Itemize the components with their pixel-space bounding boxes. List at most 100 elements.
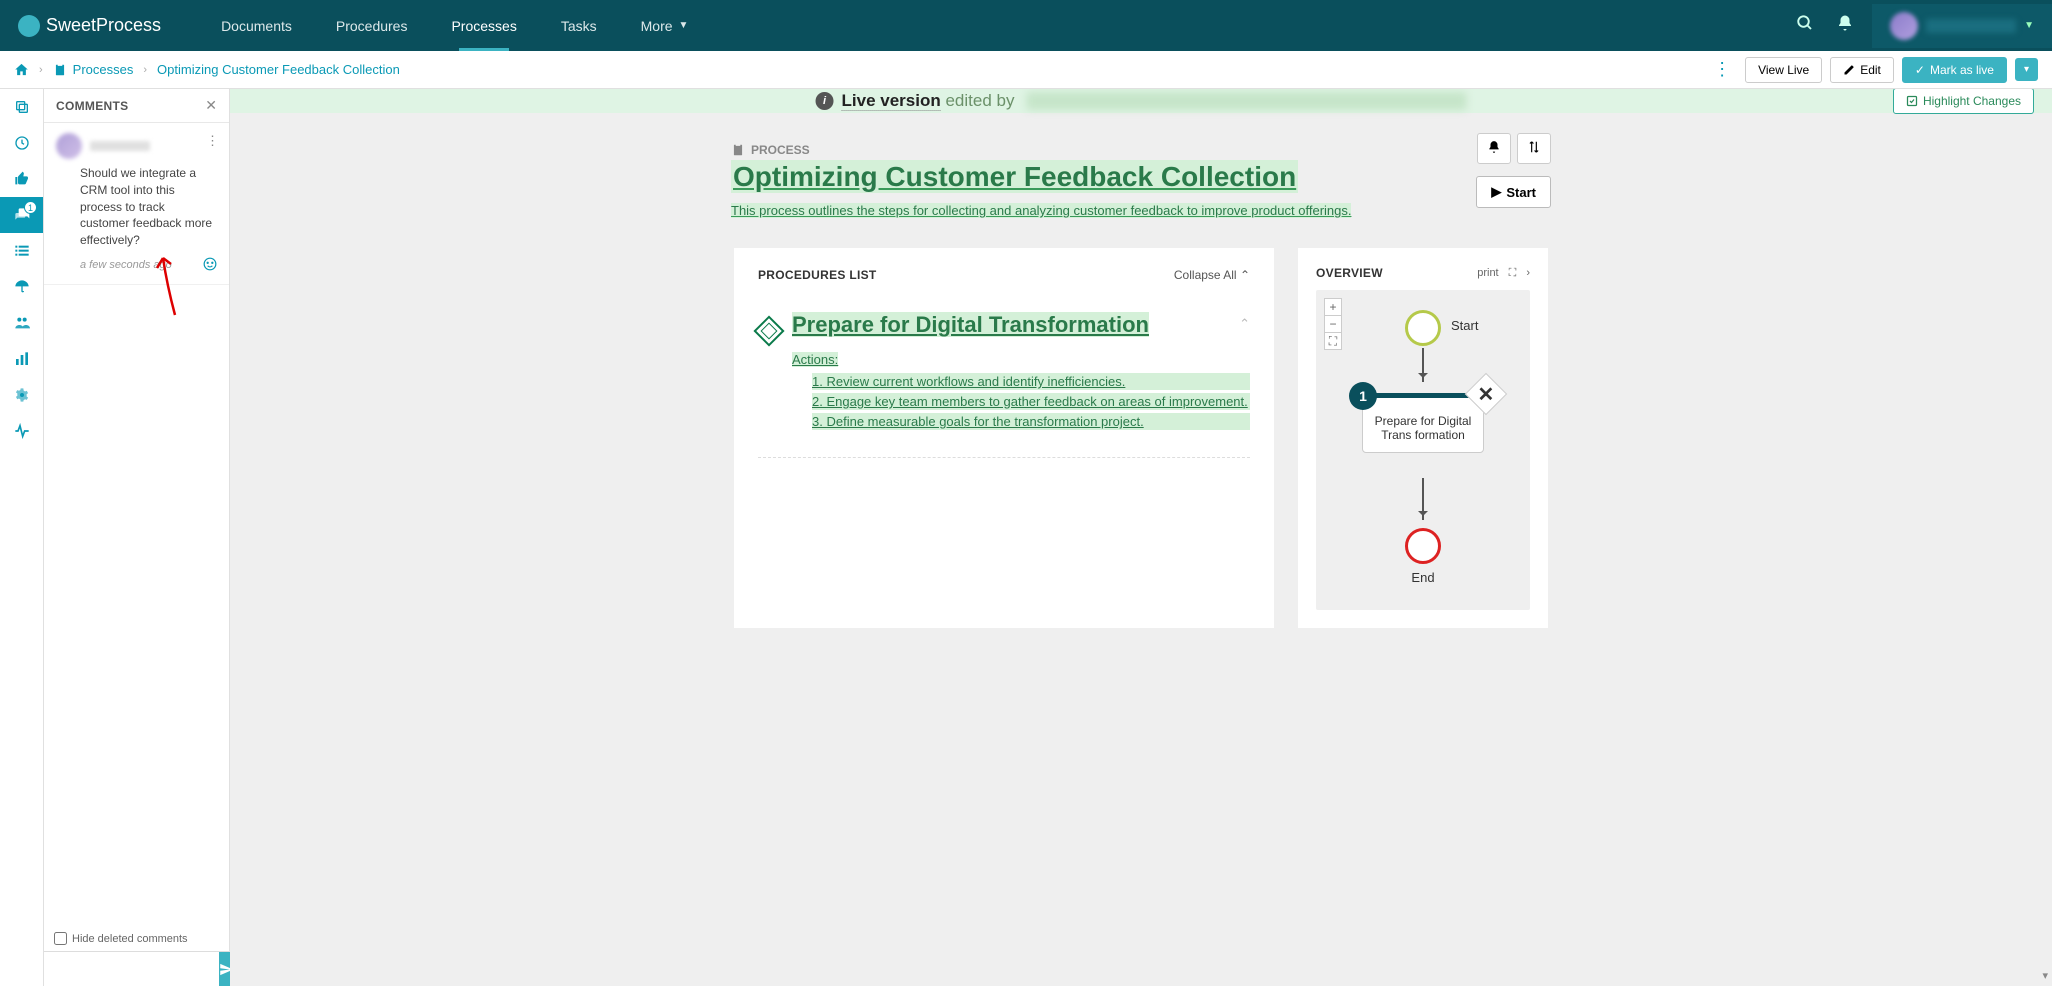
rail-tasks[interactable]: [0, 233, 43, 269]
flow-arrow: [1422, 478, 1424, 520]
avatar: [1890, 12, 1918, 40]
rail-analytics[interactable]: [0, 341, 43, 377]
flow-end-node[interactable]: [1405, 528, 1441, 564]
breadcrumb-actions: ⋮ View Live Edit ✓ Mark as live ▾: [1707, 57, 2038, 83]
overview-panel: OVERVIEW print ⛶ › + − ⛶ Start: [1298, 248, 1548, 628]
banner-redacted: [1026, 92, 1466, 110]
zoom-in-button[interactable]: +: [1324, 298, 1342, 316]
zoom-fit-button[interactable]: ⛶: [1324, 332, 1342, 350]
chevron-right-icon[interactable]: ›: [1526, 267, 1530, 279]
action-item[interactable]: Engage key team members to gather feedba…: [812, 393, 1250, 410]
breadcrumb-bar: › Processes › Optimizing Customer Feedba…: [0, 51, 2052, 89]
actions-label: Actions:: [792, 352, 838, 367]
scroll-corner-icon: ▾: [2042, 969, 2048, 982]
clipboard-icon: [53, 63, 67, 77]
process-description[interactable]: This process outlines the steps for coll…: [731, 203, 1351, 218]
flowchart-canvas[interactable]: + − ⛶ Start 1 ✕ Prepare for Digital Tran…: [1316, 290, 1530, 610]
caret-down-icon: ▾: [2024, 64, 2029, 75]
brand-logo[interactable]: SweetProcess: [0, 15, 179, 37]
comments-title: COMMENTS: [56, 99, 128, 113]
flow-step-number: 1: [1349, 382, 1377, 410]
procedure-item: Prepare for Digital Transformation ⌃ Act…: [758, 300, 1250, 458]
play-icon: ▶: [1491, 184, 1501, 200]
nav-more[interactable]: More ▼: [619, 0, 711, 51]
print-button[interactable]: print: [1477, 267, 1498, 279]
main-content: i Live version edited by Highlight Chang…: [230, 89, 2052, 986]
reorder-button[interactable]: [1517, 133, 1551, 164]
user-menu[interactable]: ▼: [1872, 4, 2052, 48]
flow-decision-icon[interactable]: ✕: [1465, 373, 1507, 415]
process-title[interactable]: Optimizing Customer Feedback Collection: [731, 160, 1298, 193]
comment-timestamp: a few seconds ago: [80, 259, 172, 271]
comments-badge: 1: [24, 201, 37, 214]
sort-icon: [1527, 140, 1541, 154]
start-button[interactable]: ▶ Start: [1476, 176, 1551, 208]
overview-title: OVERVIEW: [1316, 266, 1383, 280]
nav-procedures[interactable]: Procedures: [314, 0, 430, 51]
procedures-list-panel: PROCEDURES LIST Collapse All ⌃ Prepare f…: [734, 248, 1274, 628]
rail-comments[interactable]: 1: [0, 197, 43, 233]
comment-body: Should we integrate a CRM tool into this…: [80, 165, 217, 249]
user-name: [1926, 19, 2016, 33]
nav-documents[interactable]: Documents: [199, 0, 314, 51]
top-bar: SweetProcess Documents Procedures Proces…: [0, 0, 2052, 51]
kebab-menu-icon[interactable]: ⋮: [1707, 59, 1737, 80]
search-icon[interactable]: [1796, 14, 1814, 37]
zoom-controls: + − ⛶: [1324, 298, 1342, 349]
mark-as-live-dropdown[interactable]: ▾: [2015, 58, 2038, 81]
action-item[interactable]: Review current workflows and identify in…: [812, 373, 1250, 390]
left-rail: 1: [0, 89, 44, 986]
chevron-down-icon: ▼: [679, 20, 689, 31]
rail-history[interactable]: [0, 125, 43, 161]
rail-settings[interactable]: [0, 377, 43, 413]
actions-list: Review current workflows and identify in…: [812, 373, 1250, 430]
notify-button[interactable]: [1477, 133, 1511, 164]
chevron-up-icon: ⌃: [1240, 268, 1250, 282]
rail-umbrella[interactable]: [0, 269, 43, 305]
rail-approve[interactable]: [0, 161, 43, 197]
bell-icon[interactable]: [1836, 14, 1854, 37]
view-live-button[interactable]: View Live: [1745, 57, 1822, 83]
comment-menu-icon[interactable]: ⋮: [206, 133, 219, 149]
top-nav: Documents Procedures Processes Tasks Mor…: [199, 0, 710, 51]
emoji-react-button[interactable]: [203, 257, 217, 274]
breadcrumb-home[interactable]: [14, 62, 29, 77]
nav-tasks[interactable]: Tasks: [539, 0, 619, 51]
topbar-icons: [1796, 14, 1872, 37]
flow-step-title: Prepare for Digital Trans formation: [1375, 414, 1472, 442]
flow-arrow: [1422, 348, 1424, 382]
flow-start-node[interactable]: [1405, 310, 1441, 346]
comment-item[interactable]: ⋮ Should we integrate a CRM tool into th…: [44, 123, 229, 285]
zoom-out-button[interactable]: −: [1324, 315, 1342, 333]
close-comments-button[interactable]: ✕: [205, 97, 217, 114]
comment-author: [90, 141, 150, 151]
home-icon: [14, 62, 29, 77]
procedure-title[interactable]: Prepare for Digital Transformation: [792, 312, 1149, 337]
flow-start-label: Start: [1451, 318, 1478, 333]
rail-people[interactable]: [0, 305, 43, 341]
hide-deleted-checkbox[interactable]: Hide deleted comments: [44, 926, 229, 951]
info-icon: i: [816, 92, 834, 110]
action-item[interactable]: Define measurable goals for the transfor…: [812, 413, 1250, 430]
logo-icon: [18, 15, 40, 37]
check-icon: ✓: [1915, 63, 1925, 77]
process-label: PROCESS: [731, 143, 1551, 157]
chevron-right-icon: ›: [39, 64, 43, 76]
avatar: [56, 133, 82, 159]
bell-icon: [1487, 140, 1501, 154]
breadcrumb-current[interactable]: Optimizing Customer Feedback Collection: [157, 62, 400, 77]
procedures-list-title: PROCEDURES LIST: [758, 268, 877, 282]
edit-button[interactable]: Edit: [1830, 57, 1894, 83]
brand-name: SweetProcess: [46, 15, 161, 36]
comment-input[interactable]: [44, 952, 219, 986]
breadcrumb-processes[interactable]: Processes: [53, 62, 134, 77]
nav-processes[interactable]: Processes: [429, 0, 538, 51]
collapse-all-button[interactable]: Collapse All ⌃: [1174, 268, 1250, 282]
highlight-changes-button[interactable]: Highlight Changes: [1893, 89, 2034, 114]
flow-step-node[interactable]: 1 ✕ Prepare for Digital Trans formation: [1362, 395, 1484, 453]
expand-icon[interactable]: ⛶: [1509, 267, 1517, 280]
mark-as-live-button[interactable]: ✓ Mark as live: [1902, 57, 2007, 83]
rail-activity[interactable]: [0, 413, 43, 449]
collapse-item-button[interactable]: ⌃: [1239, 316, 1250, 332]
rail-copy[interactable]: [0, 89, 43, 125]
